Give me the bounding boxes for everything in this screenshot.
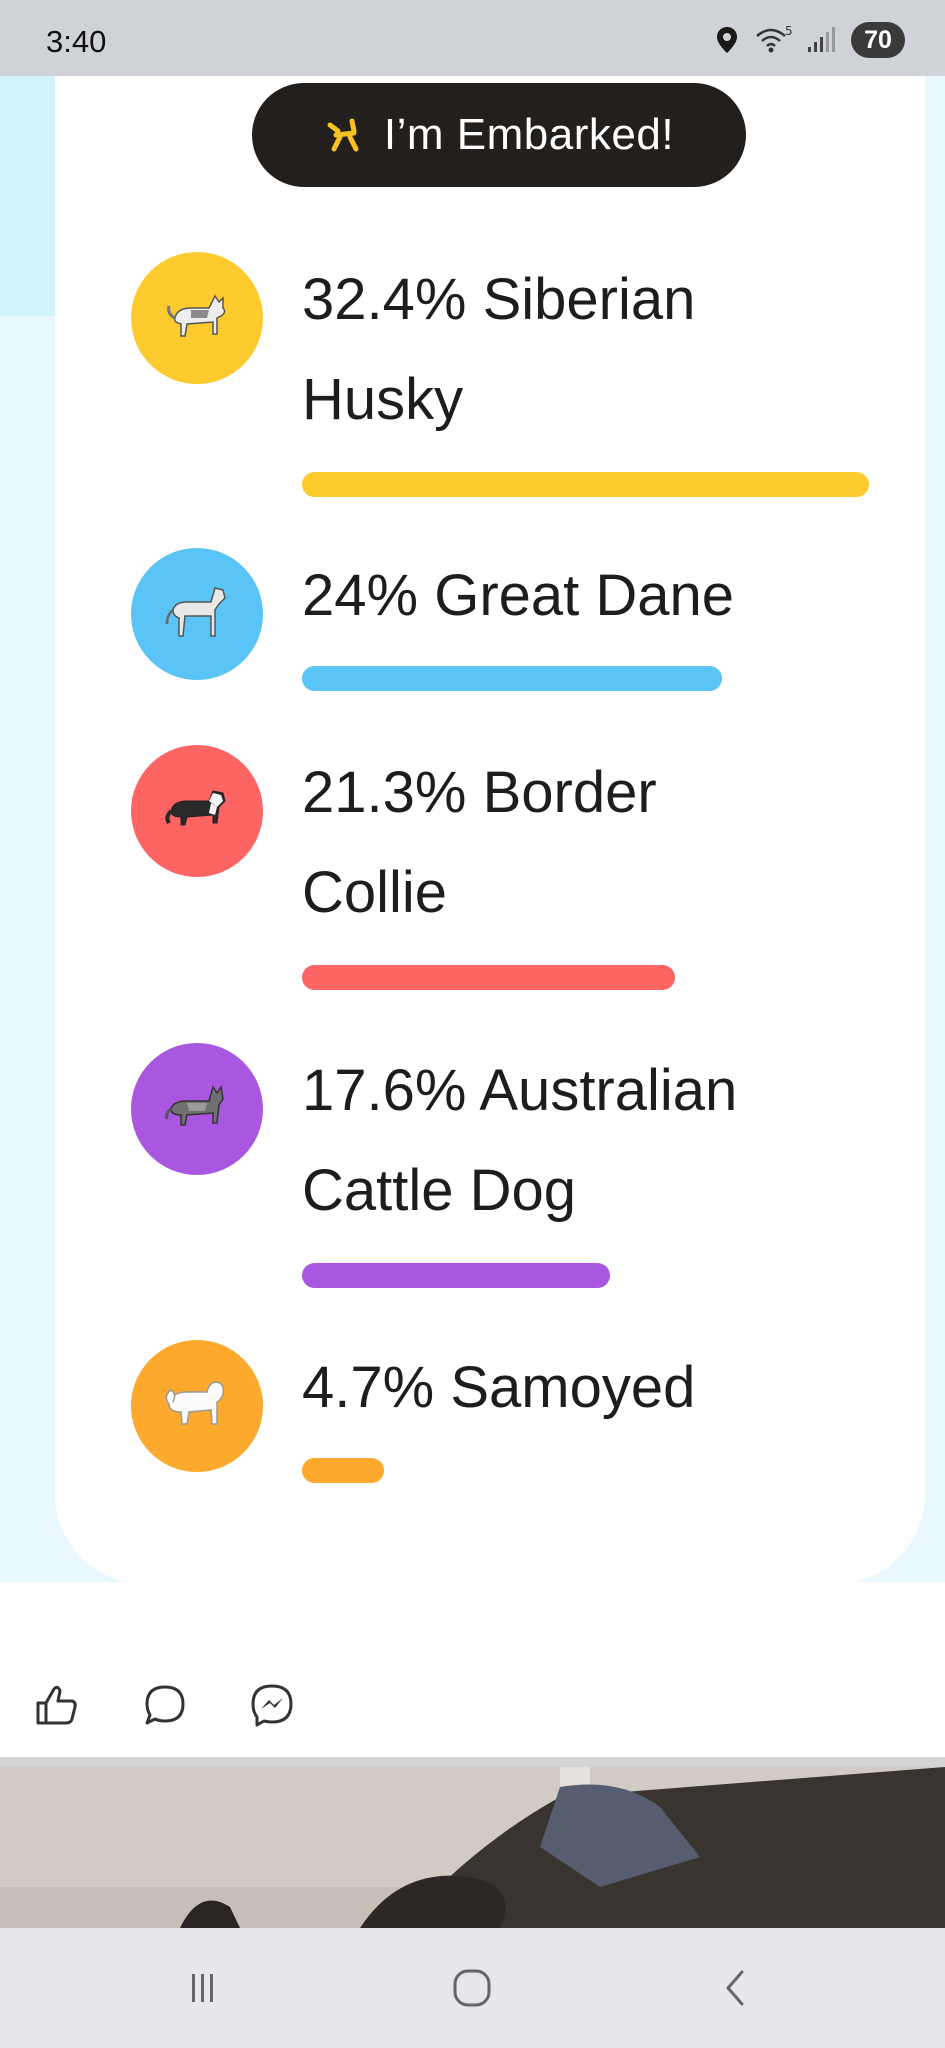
australian-cattle-dog-avatar <box>131 1043 263 1175</box>
messenger-icon <box>251 1684 293 1727</box>
australian-cattle-dog-icon <box>165 1085 224 1126</box>
recent-apps-button[interactable] <box>162 1958 242 2018</box>
recent-apps-icon <box>192 1974 213 2002</box>
back-button[interactable] <box>696 1958 776 2018</box>
border-collie-avatar <box>131 745 263 877</box>
comment-icon <box>145 1685 185 1725</box>
breed-percent-bar <box>302 965 675 990</box>
back-icon <box>726 1970 744 2006</box>
breed-label: 4.7% Samoyed <box>302 1338 862 1438</box>
location-icon <box>717 27 737 53</box>
post-photo[interactable] <box>0 1767 945 1928</box>
comment-button[interactable] <box>137 1677 193 1733</box>
border-collie-icon <box>165 790 226 826</box>
breed-label-line-2: Collie <box>302 860 448 925</box>
breed-percent-bar <box>302 666 722 691</box>
breed-label-line-2: Husky <box>302 367 464 432</box>
signal-icon <box>808 27 835 52</box>
breed-label-line-1: 21.3% Border <box>302 760 657 825</box>
battery-badge: 70 <box>851 22 905 58</box>
siberian-husky-avatar <box>131 252 263 384</box>
breed-label: 32.4% Siberian Husky <box>302 250 862 450</box>
wifi-icon: 5 <box>756 24 793 53</box>
post-actions <box>0 1582 945 1757</box>
embarked-badge: I’m Embarked! <box>252 83 746 187</box>
great-dane-avatar <box>131 548 263 680</box>
breed-percent-bar <box>302 472 869 497</box>
like-button[interactable] <box>28 1677 84 1733</box>
breed-percent-bar <box>302 1263 610 1288</box>
post-divider <box>0 1757 945 1767</box>
messenger-button[interactable] <box>244 1677 300 1733</box>
status-bar: 3:40 5 70 <box>0 0 945 76</box>
breed-label-line-1: 24% Great Dane <box>302 563 735 628</box>
breed-label-line-1: 4.7% Samoyed <box>302 1355 696 1420</box>
breed-label: 24% Great Dane <box>302 546 862 646</box>
status-icons: 5 70 <box>715 20 905 60</box>
breed-label-line-1: 32.4% Siberian <box>302 267 696 332</box>
home-icon <box>453 1969 491 2007</box>
samoyed-avatar <box>131 1340 263 1472</box>
balloon-dog-icon <box>327 118 359 152</box>
breed-label-line-1: 17.6% Australian <box>302 1058 738 1123</box>
samoyed-icon <box>165 1381 225 1425</box>
breed-label-line-2: Cattle Dog <box>302 1158 577 1223</box>
breed-percent-bar <box>302 1458 384 1483</box>
siberian-husky-icon <box>167 294 226 337</box>
like-icon <box>36 1685 77 1725</box>
home-button[interactable] <box>432 1958 512 2018</box>
status-time: 3:40 <box>46 24 107 59</box>
great-dane-icon <box>165 587 226 637</box>
navigation-bar <box>0 1928 945 2048</box>
embarked-label: I’m Embarked! <box>383 110 675 159</box>
breed-label: 21.3% Border Collie <box>302 743 862 943</box>
backdrop-stripe <box>0 76 60 316</box>
wifi-superscript: 5 <box>785 24 793 38</box>
dog-photo-image <box>0 1767 945 1928</box>
breed-label: 17.6% Australian Cattle Dog <box>302 1041 862 1241</box>
